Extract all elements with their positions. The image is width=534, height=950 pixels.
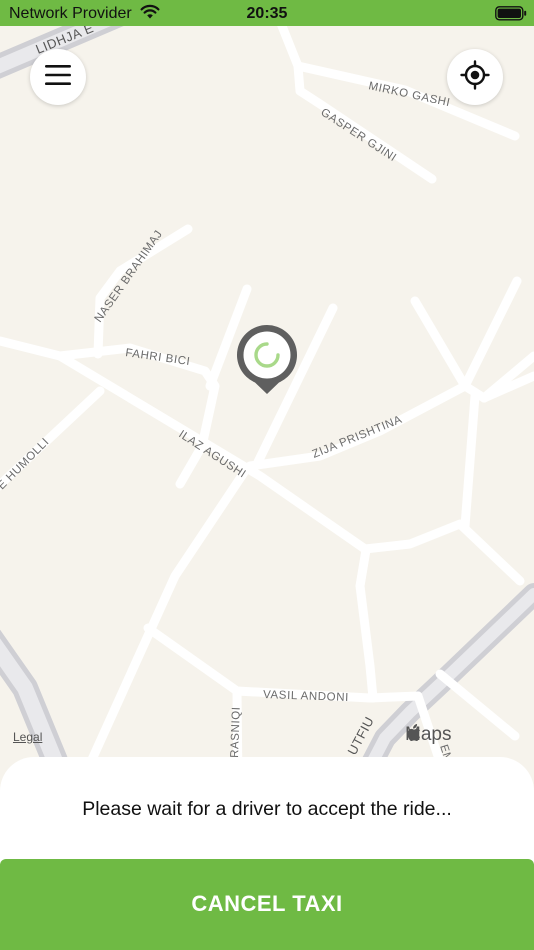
- street-label: NASER BRAHIMAJ: [93, 228, 166, 324]
- map-canvas: LIDHJA E MIRKO GASHI GASPER GJINI NASER …: [0, 26, 534, 786]
- crosshair-icon: [460, 59, 490, 95]
- street-label: MIRKO GASHI: [367, 80, 451, 109]
- current-location-button[interactable]: [447, 49, 503, 105]
- maps-attribution: Maps: [405, 724, 451, 746]
- ride-status-sheet: Please wait for a driver to accept the r…: [0, 757, 534, 950]
- status-time: 20:35: [246, 5, 288, 22]
- hamburger-icon: [45, 64, 71, 91]
- map-pin-icon: [236, 325, 298, 394]
- street-label: ZIJA PRISHTINA: [311, 414, 404, 461]
- waiting-message: Please wait for a driver to accept the r…: [82, 798, 452, 820]
- cancel-taxi-button[interactable]: CANCEL TAXI: [0, 859, 534, 950]
- legal-link[interactable]: Legal: [13, 730, 42, 744]
- street-label: RASNIQI: [229, 706, 243, 758]
- battery-icon: [495, 6, 527, 26]
- pickup-pin: [235, 323, 299, 400]
- apple-logo-icon: [407, 724, 420, 742]
- status-bar: Network Provider 20:35: [0, 0, 534, 26]
- menu-button[interactable]: [30, 49, 86, 105]
- street-label: FAHRI BICI: [125, 347, 191, 368]
- street-label: E HUMOLLI: [0, 436, 52, 492]
- street-label: VASIL ANDONI: [263, 689, 349, 704]
- map-view[interactable]: LIDHJA E MIRKO GASHI GASPER GJINI NASER …: [0, 26, 534, 786]
- street-label: GASPER GJINI: [318, 106, 398, 164]
